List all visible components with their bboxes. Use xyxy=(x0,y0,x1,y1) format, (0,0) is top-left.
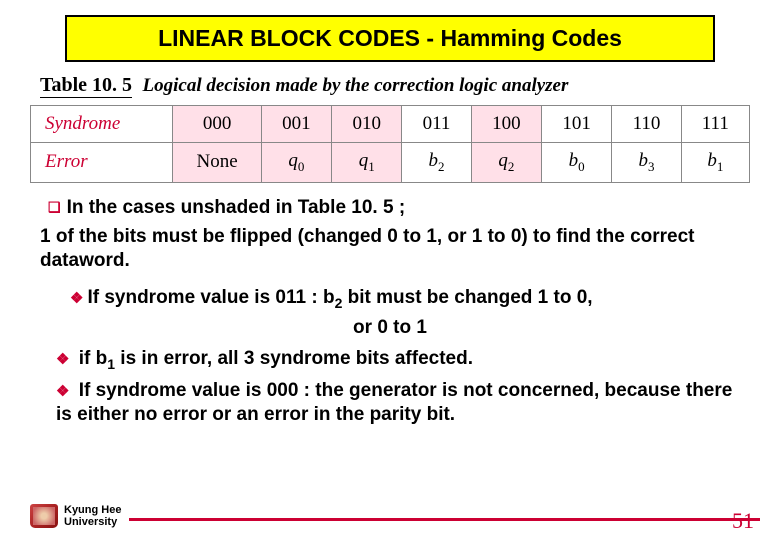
note-line: ❑ In the cases unshaded in Table 10. 5 ; xyxy=(48,197,750,219)
cell: 110 xyxy=(612,106,681,143)
cell: b1 xyxy=(681,143,749,183)
univ-line2: University xyxy=(64,516,121,528)
sub-point: ❖ If syndrome value is 000 : the generat… xyxy=(56,379,750,428)
university-logo-icon xyxy=(30,504,58,528)
table-number: Table 10. 5 xyxy=(40,74,132,98)
subscript: 1 xyxy=(107,355,115,371)
footer: Kyung Hee University xyxy=(30,504,760,528)
cell: 100 xyxy=(471,106,541,143)
sub-point: ❖ if b1 is in error, all 3 syndrome bits… xyxy=(56,347,750,373)
sub-point: ❖If syndrome value is 011 : b2 bit must … xyxy=(70,286,750,312)
row-header: Syndrome xyxy=(31,106,173,143)
cell: 011 xyxy=(402,106,471,143)
square-bullet-icon: ❑ xyxy=(48,199,61,216)
cell: q1 xyxy=(332,143,402,183)
table-row: Error None q0 q1 b2 q2 b0 b3 b1 xyxy=(31,143,750,183)
cell: b2 xyxy=(402,143,471,183)
syndrome-table: Syndrome 000 001 010 011 100 101 110 111… xyxy=(30,105,750,183)
cell: b3 xyxy=(612,143,681,183)
cell: b0 xyxy=(542,143,612,183)
cell: q2 xyxy=(471,143,541,183)
page-number: 51 xyxy=(732,508,754,534)
cell: None xyxy=(173,143,261,183)
cell: 001 xyxy=(261,106,331,143)
title-box: LINEAR BLOCK CODES - Hamming Codes xyxy=(65,15,715,62)
text: is in error, all 3 syndrome bits affecte… xyxy=(115,348,473,369)
table-row: Syndrome 000 001 010 011 100 101 110 111 xyxy=(31,106,750,143)
cell: 000 xyxy=(173,106,261,143)
table-caption-row: Table 10. 5 Logical decision made by the… xyxy=(40,74,750,97)
diamond-bullet-icon: ❖ xyxy=(56,351,69,368)
table-caption: Logical decision made by the correction … xyxy=(143,75,569,96)
cell: 101 xyxy=(542,106,612,143)
footer-divider xyxy=(129,518,760,521)
diamond-bullet-icon: ❖ xyxy=(70,290,83,307)
slide-title: LINEAR BLOCK CODES - Hamming Codes xyxy=(158,25,622,51)
cell: 111 xyxy=(681,106,749,143)
note-text: In the cases unshaded in Table 10. 5 ; xyxy=(67,197,406,218)
diamond-bullet-icon: ❖ xyxy=(56,383,69,400)
text: bit must be changed 1 to 0, xyxy=(342,287,592,308)
cell: q0 xyxy=(261,143,331,183)
row-header: Error xyxy=(31,143,173,183)
university-name: Kyung Hee University xyxy=(64,504,121,528)
text: If syndrome value is 011 : b xyxy=(87,287,334,308)
cell: 010 xyxy=(332,106,402,143)
text: if b xyxy=(73,348,107,369)
center-text: or 0 to 1 xyxy=(30,317,750,339)
text: If syndrome value is 000 : the generator… xyxy=(56,380,732,426)
univ-line1: Kyung Hee xyxy=(64,504,121,516)
body-text: 1 of the bits must be flipped (changed 0… xyxy=(40,225,750,273)
